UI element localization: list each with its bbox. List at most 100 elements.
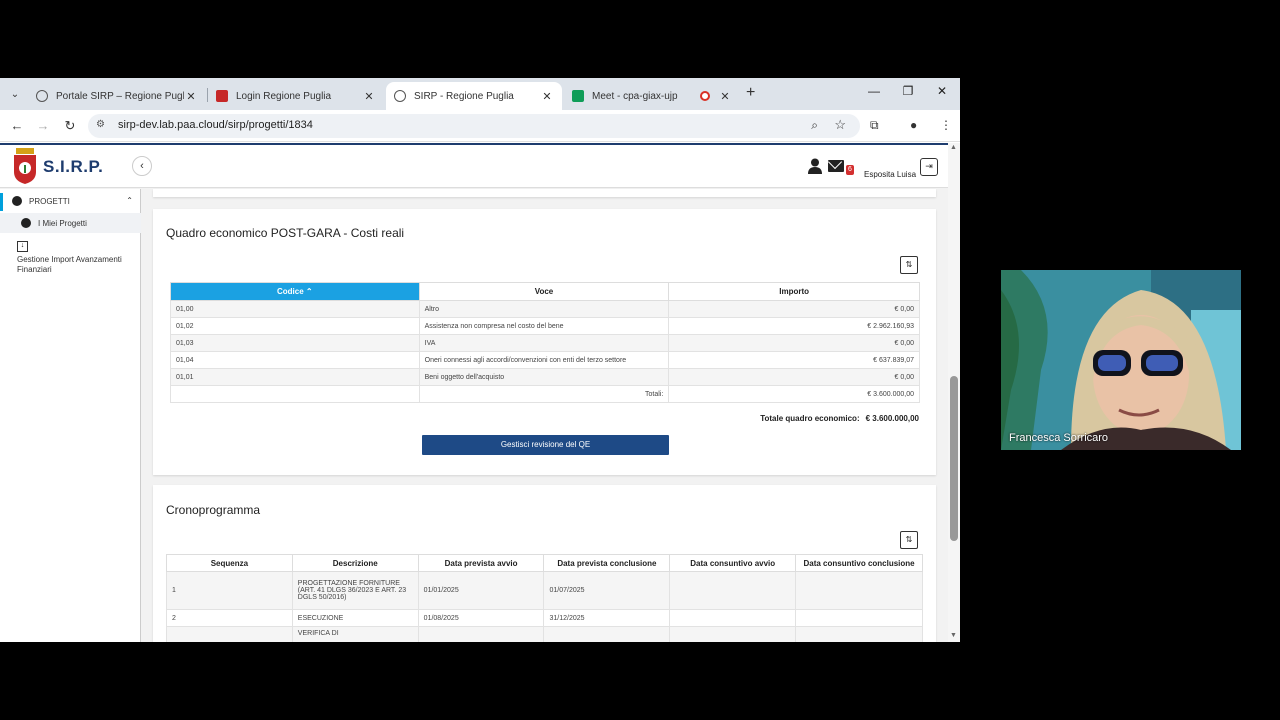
cell-sequenza: 2 [166, 609, 293, 627]
forward-icon[interactable]: → [34, 118, 52, 133]
cell-consuntivo-conclusione [795, 571, 923, 610]
site-info-icon[interactable]: ⚙ [96, 119, 105, 130]
globe-icon [394, 90, 406, 102]
logout-icon[interactable]: ⇥ [920, 158, 938, 176]
table-row: 01,03 IVA € 0,00 [170, 334, 920, 352]
sidebar-section-progetti[interactable]: PROGETTI ⌃ [0, 193, 141, 211]
cell-consuntivo-avvio [669, 609, 797, 627]
profile-icon[interactable]: ● [910, 118, 917, 132]
participant-video-image [1001, 270, 1241, 450]
cell-descrizione: VERIFICA DI [291, 626, 419, 642]
url-bar[interactable]: ⚙ sirp-dev.lab.paa.cloud/sirp/progetti/1… [88, 114, 860, 138]
crono-title: Cronoprogramma [166, 503, 261, 517]
mail-icon[interactable] [828, 160, 844, 172]
column-header-data-consuntivo-conclusione[interactable]: Data consuntivo conclusione [795, 554, 923, 572]
column-header-descrizione[interactable]: Descrizione [291, 554, 419, 572]
scroll-down-icon[interactable]: ▼ [950, 632, 957, 639]
column-header-data-prevista-conclusione[interactable]: Data prevista conclusione [543, 554, 671, 572]
close-icon[interactable]: ✕ [718, 90, 732, 103]
cell-importo: € 637.839,07 [668, 351, 920, 369]
reload-icon[interactable]: ↻ [61, 118, 79, 134]
close-icon[interactable]: ✕ [540, 90, 554, 103]
grand-total-value: € 3.600.000,00 [865, 414, 919, 423]
pie-chart-icon [21, 218, 31, 228]
cell-importo: € 2.962.160,93 [668, 317, 920, 335]
close-icon[interactable]: ✕ [184, 90, 198, 103]
previous-card-bottom [153, 189, 936, 197]
cronoprogramma-card: Cronoprogramma ⇅ Sequenza Descrizione Da… [153, 485, 936, 642]
menu-kebab-icon[interactable]: ⋮ [940, 118, 952, 132]
table-row: 01,01 Beni oggetto dell'acquisto € 0,00 [170, 368, 920, 386]
user-icon[interactable] [808, 158, 822, 174]
cell-consuntivo-conclusione [795, 626, 923, 642]
download-icon: ↓ [17, 241, 28, 252]
app-header: S.I.R.P. ‹ 6 Esposita Luisa ⇥ [0, 145, 948, 188]
manage-qe-revision-button[interactable]: Gestisci revisione del QE [422, 435, 669, 455]
column-header-data-consuntivo-avvio[interactable]: Data consuntivo avvio [669, 554, 797, 572]
recording-icon [700, 91, 710, 101]
cell-avvio: 01/08/2025 [417, 609, 545, 627]
cell-codice: 01,00 [170, 300, 420, 318]
qe-table: Codice ⌃ Voce Importo 01,00 Altro € 0,00… [170, 282, 920, 403]
restore-icon[interactable]: ❐ [898, 84, 918, 98]
cell-conclusione [543, 626, 671, 642]
bookmark-star-icon[interactable]: ☆ [834, 117, 846, 133]
column-header-importo[interactable]: Importo [668, 282, 920, 301]
tab-search-chevron-icon[interactable]: ⌄ [6, 86, 24, 104]
table-row: 01,00 Altro € 0,00 [170, 300, 920, 318]
sort-asc-icon: ⌃ [305, 287, 313, 296]
table-row: 2 ESECUZIONE 01/08/2025 31/12/2025 [166, 609, 923, 627]
cell-voce: Altro [418, 300, 670, 318]
scrollbar-thumb[interactable] [950, 376, 958, 541]
extensions-icon[interactable]: ⧉ [870, 118, 879, 133]
quadro-economico-card: Quadro economico POST-GARA - Costi reali… [153, 209, 936, 475]
chevron-up-icon: ⌃ [126, 196, 133, 205]
pie-chart-icon [12, 196, 22, 206]
sidebar-section-label: PROGETTI [29, 197, 70, 206]
cell-avvio: 01/01/2025 [417, 571, 545, 610]
cell-importo: € 0,00 [668, 300, 920, 318]
close-icon[interactable]: ✕ [362, 90, 376, 103]
mail-count-badge: 6 [846, 165, 854, 175]
sidebar-item-miei-progetti[interactable]: I Miei Progetti [0, 213, 141, 233]
cell-voce: Oneri connessi agli accordi/convenzioni … [418, 351, 670, 369]
back-icon[interactable]: ← [8, 118, 26, 133]
tab-portale-sirp[interactable]: Portale SIRP – Regione Puglia ✕ [28, 82, 206, 110]
table-row: VERIFICA DI [166, 626, 923, 642]
screen: ⌄ Portale SIRP – Regione Puglia ✕ Login … [0, 0, 1280, 720]
cell-importo: € 0,00 [668, 368, 920, 386]
column-header-data-prevista-avvio[interactable]: Data prevista avvio [417, 554, 545, 572]
sidebar-collapse-button[interactable]: ‹ [132, 156, 152, 176]
sidebar: PROGETTI ⌃ I Miei Progetti ↓ Gestione Im… [0, 189, 141, 642]
zoom-icon[interactable]: ⌕ [811, 118, 818, 133]
tab-meet[interactable]: Meet - cpa-giax-ujp ✕ [564, 82, 740, 110]
cell-sequenza: 1 [166, 571, 293, 610]
minimize-icon[interactable]: — [864, 84, 884, 98]
page-scrollbar[interactable]: ▲ ▼ [948, 143, 960, 642]
tab-sirp-active[interactable]: SIRP - Regione Puglia ✕ [386, 82, 562, 110]
cell-consuntivo-avvio [669, 571, 797, 610]
sort-toggle-icon[interactable]: ⇅ [900, 256, 918, 274]
tab-label: Portale SIRP – Regione Puglia [56, 90, 184, 102]
column-header-sequenza[interactable]: Sequenza [166, 554, 293, 572]
cell-sequenza [166, 626, 293, 642]
totals-label: Totali: [418, 385, 670, 403]
sort-toggle-icon[interactable]: ⇅ [900, 531, 918, 549]
cell-codice: 01,01 [170, 368, 420, 386]
new-tab-icon[interactable]: + [746, 84, 755, 102]
totals-value: € 3.600.000,00 [668, 385, 920, 403]
tab-label: SIRP - Regione Puglia [414, 90, 514, 102]
qe-title: Quadro economico POST-GARA - Costi reali [166, 226, 405, 240]
column-header-voce[interactable]: Voce [418, 282, 670, 301]
scroll-up-icon[interactable]: ▲ [950, 144, 957, 151]
cell-voce: Assistenza non compresa nel costo del be… [418, 317, 670, 335]
column-header-codice[interactable]: Codice ⌃ [170, 282, 420, 301]
tab-login-regione[interactable]: Login Regione Puglia ✕ [208, 82, 384, 110]
cell-avvio [417, 626, 545, 642]
meet-icon [572, 90, 584, 102]
cell-importo: € 0,00 [668, 334, 920, 352]
close-window-icon[interactable]: ✕ [932, 84, 952, 98]
cell-conclusione: 01/07/2025 [543, 571, 671, 610]
tab-label: Login Regione Puglia [236, 90, 332, 102]
cell-voce: IVA [418, 334, 670, 352]
